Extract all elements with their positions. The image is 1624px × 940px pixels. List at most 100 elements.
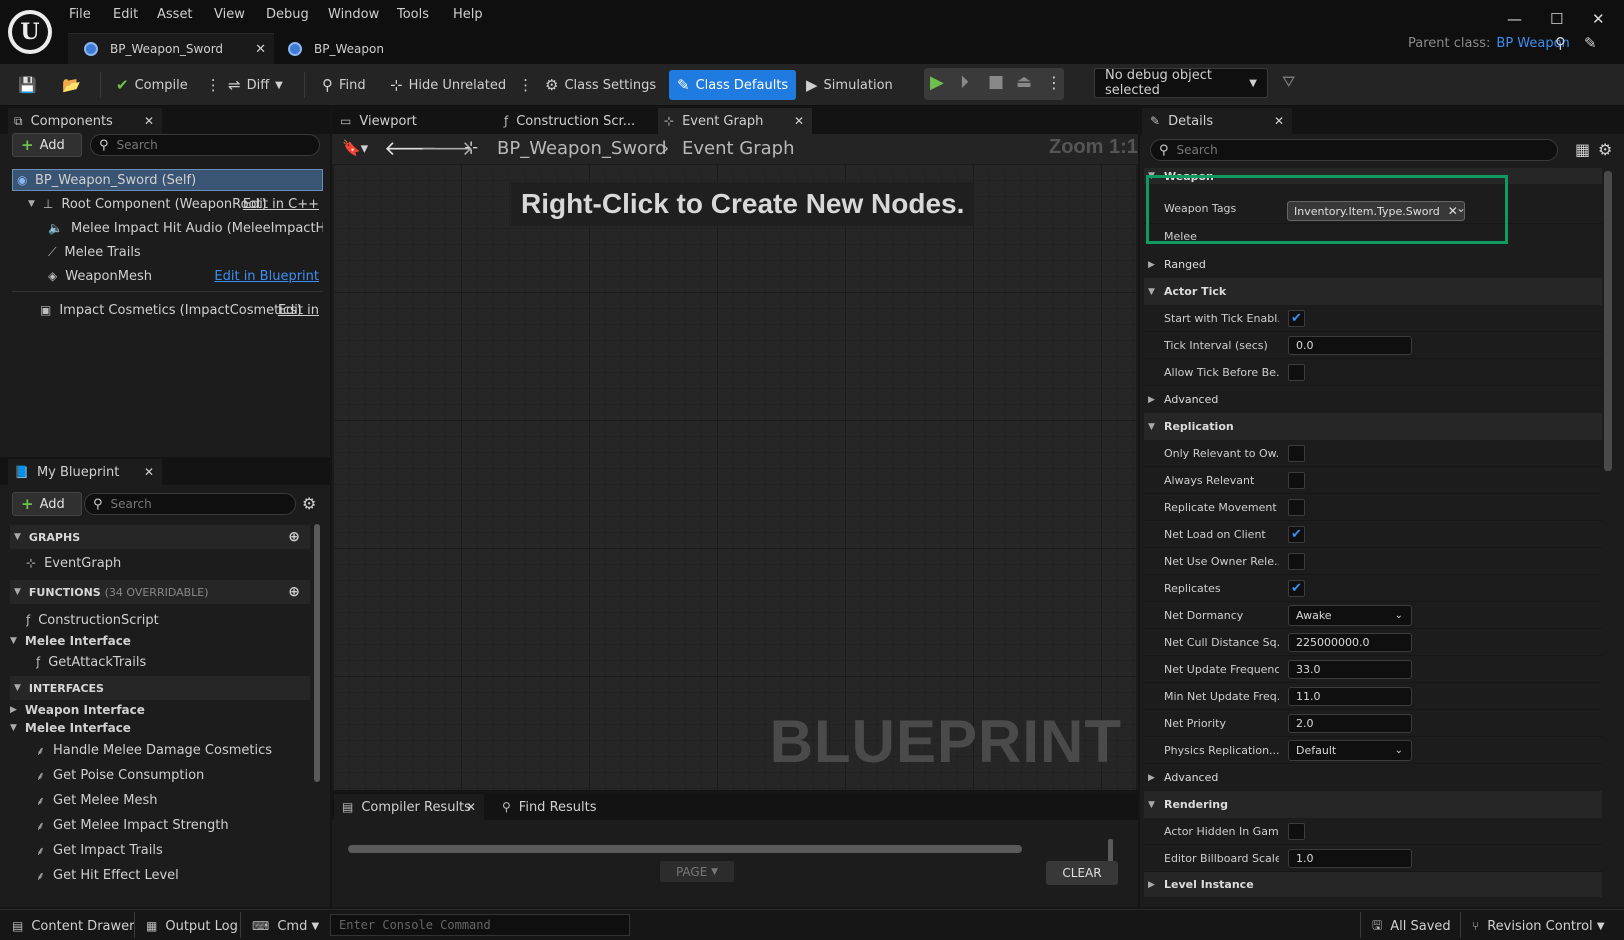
interface-function[interactable]: ⸙ Get Impact Trails <box>36 839 306 861</box>
net-update-input[interactable]: 33.0 <box>1288 659 1412 679</box>
net-load-checkbox[interactable]: ✔ <box>1288 525 1305 543</box>
function-get-attack-trails[interactable]: ƒ GetAttackTrails <box>36 651 306 673</box>
table-view-icon[interactable]: ▦ <box>1575 140 1590 159</box>
revision-control-button[interactable]: ⑂ Revision Control ▼ <box>1472 914 1605 938</box>
details-scrollbar[interactable] <box>1604 171 1612 471</box>
details-search-input[interactable]: ⚲ Search <box>1150 139 1558 161</box>
debug-object-dropdown[interactable]: No debug object selected ▼ <box>1094 68 1268 98</box>
graph-canvas[interactable]: Right-Click to Create New Nodes. BLUEPRI… <box>333 164 1136 790</box>
class-settings-button[interactable]: ⚙ Class Settings <box>545 70 656 100</box>
interface-function[interactable]: ⸙ Get Melee Impact Strength <box>36 814 306 836</box>
only-relevant-checkbox[interactable] <box>1288 444 1305 462</box>
component-root[interactable]: ▼ ⊥ Root Component (WeaponRoot) Edit in … <box>12 193 323 215</box>
tab-components[interactable]: ⧉ Components ✕ <box>8 108 162 134</box>
close-icon[interactable]: ✕ <box>1274 114 1284 128</box>
unreal-logo-icon[interactable]: U <box>8 10 52 54</box>
simulation-button[interactable]: ▶ Simulation <box>806 70 893 100</box>
maximize-icon[interactable]: ☐ <box>1550 10 1563 28</box>
menu-asset[interactable]: Asset <box>157 7 193 22</box>
close-icon[interactable]: ✕ <box>144 114 154 128</box>
eject-icon[interactable]: ⏏ <box>1016 72 1032 92</box>
section-advanced[interactable]: ▶ Advanced <box>1144 764 1602 791</box>
horizontal-scrollbar[interactable] <box>348 845 1022 853</box>
net-priority-input[interactable]: 2.0 <box>1288 713 1412 733</box>
menu-debug[interactable]: Debug <box>266 7 309 22</box>
section-level-instance[interactable]: ▶ Level Instance <box>1144 872 1602 897</box>
net-use-owner-checkbox[interactable] <box>1288 552 1305 570</box>
replicates-checkbox[interactable]: ✔ <box>1288 579 1305 597</box>
menu-edit[interactable]: Edit <box>113 7 138 22</box>
tab-details[interactable]: ✎ Details ✕ <box>1142 108 1292 134</box>
menu-view[interactable]: View <box>214 7 245 22</box>
more-icon[interactable]: ⋮ <box>206 76 221 94</box>
menu-tools[interactable]: Tools <box>397 7 429 22</box>
section-replication[interactable]: ▼ Replication <box>1144 413 1602 440</box>
class-defaults-button[interactable]: ✎ Class Defaults <box>669 70 797 100</box>
tab-my-blueprint[interactable]: 📘 My Blueprint ✕ <box>8 459 162 485</box>
section-rendering[interactable]: ▼ Rendering <box>1144 791 1602 818</box>
save-icon[interactable]: 💾 <box>18 70 37 100</box>
components-search-input[interactable]: ⚲ Search <box>90 134 320 156</box>
vertical-scrollbar[interactable] <box>1108 839 1113 863</box>
tab-event-graph[interactable]: ⊹ Event Graph ✕ <box>658 108 812 134</box>
collapse-icon[interactable]: ▼ <box>28 199 35 209</box>
tab-viewport[interactable]: ▭ Viewport <box>334 108 484 134</box>
diff-button[interactable]: ⇌ Diff ▼ <box>228 70 283 100</box>
category-melee-interface[interactable]: ▼ Melee Interface <box>10 630 290 652</box>
tab-find-results[interactable]: ⚲ Find Results <box>496 794 636 820</box>
component-impact-cosmetics[interactable]: ▣ Impact Cosmetics (ImpactCosmetics) Edi… <box>12 299 323 321</box>
section-ranged[interactable]: ▶ Ranged <box>1144 251 1602 278</box>
section-actor-tick[interactable]: ▼ Actor Tick <box>1144 278 1602 305</box>
tick-interval-input[interactable]: 0.0 <box>1288 335 1412 355</box>
scrollbar[interactable] <box>314 524 320 782</box>
my-blueprint-search-input[interactable]: ⚲ Search <box>84 493 296 515</box>
edit-in-cpp-link[interactable]: Edit in C++ <box>243 197 319 212</box>
interface-function[interactable]: ⸙ Get Hit Effect Level <box>36 864 306 886</box>
add-function-icon[interactable]: ⊕ <box>288 584 300 600</box>
net-cull-input[interactable]: 225000000.0 <box>1288 632 1412 652</box>
edit-in-blueprint-link[interactable]: Edit in Blueprint <box>214 269 319 284</box>
add-member-button[interactable]: + Add <box>12 492 82 516</box>
close-icon[interactable]: ✕ <box>144 465 154 479</box>
tab-bp-weapon[interactable]: BP_Weapon <box>276 33 426 64</box>
step-icon[interactable]: ⏵ <box>960 72 969 93</box>
tab-bp-weapon-sword[interactable]: BP_Weapon_Sword ✕ <box>68 33 274 64</box>
component-self[interactable]: ◉ BP_Weapon_Sword (Self) <box>12 169 323 191</box>
interface-melee[interactable]: ▼ Melee Interface <box>10 717 290 739</box>
close-window-icon[interactable]: ✕ <box>1592 10 1605 28</box>
allow-tick-checkbox[interactable] <box>1288 363 1305 381</box>
billboard-scale-input[interactable]: 1.0 <box>1288 848 1412 868</box>
all-saved-button[interactable]: 🖫 All Saved <box>1372 914 1451 938</box>
breadcrumb-root[interactable]: BP_Weapon_Sword <box>497 138 667 159</box>
tab-construction-script[interactable]: ƒ Construction Scr... <box>498 108 648 134</box>
browse-icon[interactable]: 📂 <box>62 70 81 100</box>
clear-button[interactable]: CLEAR <box>1046 861 1118 885</box>
net-dormancy-select[interactable]: Awake ⌄ <box>1288 604 1412 626</box>
interface-function[interactable]: ⸙ Handle Melee Damage Cosmetics <box>36 739 306 761</box>
component-melee-audio[interactable]: 🔈 Melee Impact Hit Audio (MeleeImpactHit… <box>12 217 323 239</box>
graph-event-graph[interactable]: ⊹ EventGraph <box>26 552 306 574</box>
interface-function[interactable]: ⸙ Get Poise Consumption <box>36 764 306 786</box>
more-icon[interactable]: ⋮ <box>1046 73 1062 92</box>
find-button[interactable]: ⚲ Find <box>322 70 366 100</box>
page-dropdown[interactable]: PAGE ▼ <box>660 861 734 882</box>
play-icon[interactable]: ▶ <box>930 72 944 93</box>
gear-icon[interactable]: ⚙ <box>302 494 316 513</box>
start-tick-checkbox[interactable]: ✔ <box>1288 309 1305 327</box>
hide-unrelated-button[interactable]: ⊹ Hide Unrelated ⋮ <box>390 70 533 100</box>
stop-icon[interactable]: ■ <box>988 72 1004 92</box>
close-icon[interactable]: ✕ <box>794 114 804 128</box>
pencil-icon[interactable]: ✎ <box>1584 34 1597 52</box>
gear-icon[interactable]: ⚙ <box>1598 140 1612 159</box>
cmd-dropdown[interactable]: ⌨ Cmd ▼ <box>252 914 319 938</box>
replicate-movement-checkbox[interactable] <box>1288 498 1305 516</box>
component-melee-trails[interactable]: ⟋ Melee Trails <box>12 241 323 263</box>
function-construction-script[interactable]: ƒ ConstructionScript <box>26 609 306 631</box>
output-log-button[interactable]: ▦ Output Log <box>146 914 238 938</box>
debug-filter-icon[interactable]: ⛛ <box>1282 72 1295 92</box>
graphs-header[interactable]: ▼ GRAPHS ⊕ <box>10 525 310 549</box>
component-weapon-mesh[interactable]: ◈ WeaponMesh Edit in Blueprint <box>12 265 323 287</box>
always-relevant-checkbox[interactable] <box>1288 471 1305 489</box>
min-net-update-input[interactable]: 11.0 <box>1288 686 1412 706</box>
bookmark-icon[interactable]: 🔖▾ <box>342 139 368 157</box>
